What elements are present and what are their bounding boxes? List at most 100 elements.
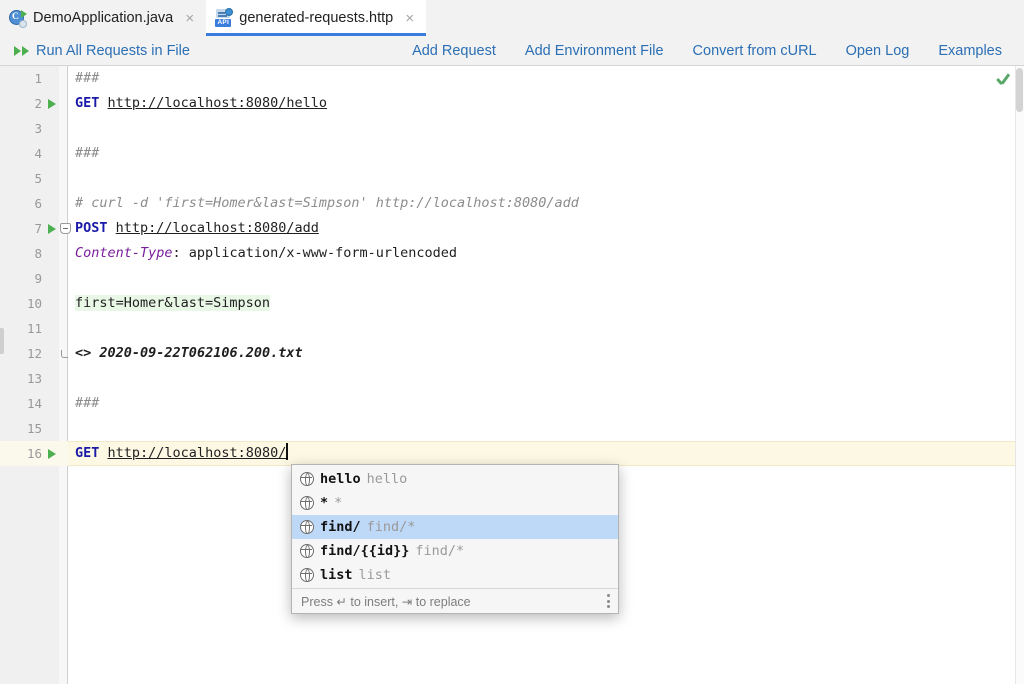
line-code: <> 2020-09-22T062106.200.txt xyxy=(75,341,303,366)
tab-label: DemoApplication.java xyxy=(33,9,174,26)
editor-line[interactable]: 4 ### xyxy=(0,141,1024,166)
autocomplete-item-detail: find/* xyxy=(366,519,416,535)
globe-icon xyxy=(300,520,314,534)
line-code: GET http://localhost:8080/ xyxy=(75,441,288,466)
line-number: 8 xyxy=(34,246,42,261)
autocomplete-item-label: find/{{id}} xyxy=(320,543,410,559)
editor-line[interactable]: 11 xyxy=(0,316,1024,341)
scrollbar-thumb[interactable] xyxy=(1016,68,1023,112)
autocomplete-item[interactable]: hello hello xyxy=(292,467,618,491)
editor-line[interactable]: 1 ### xyxy=(0,66,1024,91)
run-all-requests-label: Run All Requests in File xyxy=(36,42,190,59)
autocomplete-item[interactable]: find/{{id}} find/* xyxy=(292,539,618,563)
fold-end-icon[interactable] xyxy=(61,350,68,358)
kebab-menu-icon[interactable] xyxy=(607,594,610,608)
vertical-scrollbar[interactable] xyxy=(1015,66,1024,684)
fold-collapse-icon[interactable] xyxy=(60,223,71,234)
line-code: Content-Type: application/x-www-form-url… xyxy=(75,241,457,266)
editor-line[interactable]: 5 xyxy=(0,166,1024,191)
autocomplete-hint: Press ↵ to insert, ⇥ to replace xyxy=(301,594,471,609)
editor-line[interactable]: 16 GET http://localhost:8080/ xyxy=(0,441,1024,466)
editor-line[interactable]: 13 xyxy=(0,366,1024,391)
editor-line[interactable]: 6 # curl -d 'first=Homer&last=Simpson' ht… xyxy=(0,191,1024,216)
examples-link[interactable]: Examples xyxy=(938,43,1002,59)
line-number: 6 xyxy=(34,196,42,211)
close-icon[interactable]: × xyxy=(183,11,196,26)
autocomplete-item[interactable]: list list xyxy=(292,563,618,587)
token-comment: ### xyxy=(75,395,100,411)
autocomplete-item-detail: list xyxy=(358,567,392,583)
autocomplete-item[interactable]: * * xyxy=(292,491,618,515)
globe-icon xyxy=(300,544,314,558)
editor-lines: 1 ### 2 GET http://localhost:8080/hello 3 4 ##… xyxy=(0,66,1024,466)
editor-line[interactable]: 9 xyxy=(0,266,1024,291)
token-comment: ### xyxy=(75,70,100,86)
tab-demoapplication-java[interactable]: C DemoApplication.java × xyxy=(0,0,206,36)
token-method: POST xyxy=(75,220,108,236)
line-number: 14 xyxy=(26,396,42,411)
token-url: http://localhost:8080/hello xyxy=(107,95,327,111)
globe-icon xyxy=(300,568,314,582)
autocomplete-item-detail: hello xyxy=(366,471,408,487)
line-number: 1 xyxy=(34,71,42,86)
token-body: first=Homer&last=Simpson xyxy=(75,295,271,311)
editor-line[interactable]: 12 <> 2020-09-22T062106.200.txt xyxy=(0,341,1024,366)
editor-line[interactable]: 10 first=Homer&last=Simpson xyxy=(0,291,1024,316)
token-comment: # curl -d 'first=Homer&last=Simpson' htt… xyxy=(75,195,579,211)
token-header: Content-Type xyxy=(75,245,173,261)
autocomplete-item-detail: * xyxy=(334,495,343,511)
line-code: POST http://localhost:8080/add xyxy=(75,216,319,241)
tab-generated-requests-http[interactable]: API generated-requests.http × xyxy=(206,0,427,36)
green-check-icon[interactable] xyxy=(995,72,1010,87)
editor-line[interactable]: 15 xyxy=(0,416,1024,441)
editor-line[interactable]: 3 xyxy=(0,116,1024,141)
line-code: ### xyxy=(75,391,99,416)
line-number: 11 xyxy=(26,321,42,336)
token-url: http://localhost:8080/ xyxy=(107,445,287,461)
api-file-icon: API xyxy=(215,8,234,27)
autocomplete-item-label: hello xyxy=(320,471,361,487)
line-number: 16 xyxy=(26,446,42,461)
line-number: 9 xyxy=(34,271,42,286)
globe-icon xyxy=(300,496,314,510)
line-number: 4 xyxy=(34,146,42,161)
line-number: 7 xyxy=(34,221,42,236)
line-number: 12 xyxy=(26,346,42,361)
autocomplete-footer: Press ↵ to insert, ⇥ to replace xyxy=(292,588,618,613)
line-code: first=Homer&last=Simpson xyxy=(75,291,271,316)
line-number: 5 xyxy=(34,171,42,186)
editor-line[interactable]: 7 POST http://localhost:8080/add xyxy=(0,216,1024,241)
line-number: 10 xyxy=(26,296,42,311)
line-code: ### xyxy=(75,141,99,166)
run-request-icon[interactable] xyxy=(48,99,56,109)
token-file: 2020-09-22T062106.200.txt xyxy=(99,345,303,361)
text-caret xyxy=(286,443,288,460)
line-number: 2 xyxy=(34,96,42,111)
editor-line[interactable]: 8 Content-Type: application/x-www-form-ur… xyxy=(0,241,1024,266)
convert-from-curl-link[interactable]: Convert from cURL xyxy=(693,43,817,59)
autocomplete-item-label: list xyxy=(320,567,353,583)
ide-editor-window: C DemoApplication.java × API generated-r… xyxy=(0,0,1024,684)
double-run-arrow-icon xyxy=(14,45,29,56)
run-request-icon[interactable] xyxy=(48,224,56,234)
autocomplete-popup[interactable]: hello hello * * find/find/* find/{{id}} find/*… xyxy=(291,464,619,614)
autocomplete-list[interactable]: hello hello * * find/find/* find/{{id}} find/*… xyxy=(292,465,618,588)
add-environment-file-link[interactable]: Add Environment File xyxy=(525,43,664,59)
run-all-requests-button[interactable]: Run All Requests in File xyxy=(14,43,190,59)
autocomplete-item-label: find/ xyxy=(320,519,361,535)
close-icon[interactable]: × xyxy=(403,11,416,26)
editor-line[interactable]: 2 GET http://localhost:8080/hello xyxy=(0,91,1024,116)
editor-line[interactable]: 14 ### xyxy=(0,391,1024,416)
autocomplete-item[interactable]: find/find/* xyxy=(292,515,618,539)
java-class-icon: C xyxy=(9,9,27,28)
add-request-link[interactable]: Add Request xyxy=(412,43,496,59)
editor-tab-bar: C DemoApplication.java × API generated-r… xyxy=(0,0,1024,36)
open-log-link[interactable]: Open Log xyxy=(846,43,910,59)
http-client-toolbar: Run All Requests in File Add Request Add… xyxy=(0,36,1024,66)
token-method: GET xyxy=(75,95,100,111)
autocomplete-item-label: * xyxy=(320,495,329,511)
run-request-icon[interactable] xyxy=(48,449,56,459)
line-number: 13 xyxy=(26,371,42,386)
line-code: GET http://localhost:8080/hello xyxy=(75,91,327,116)
